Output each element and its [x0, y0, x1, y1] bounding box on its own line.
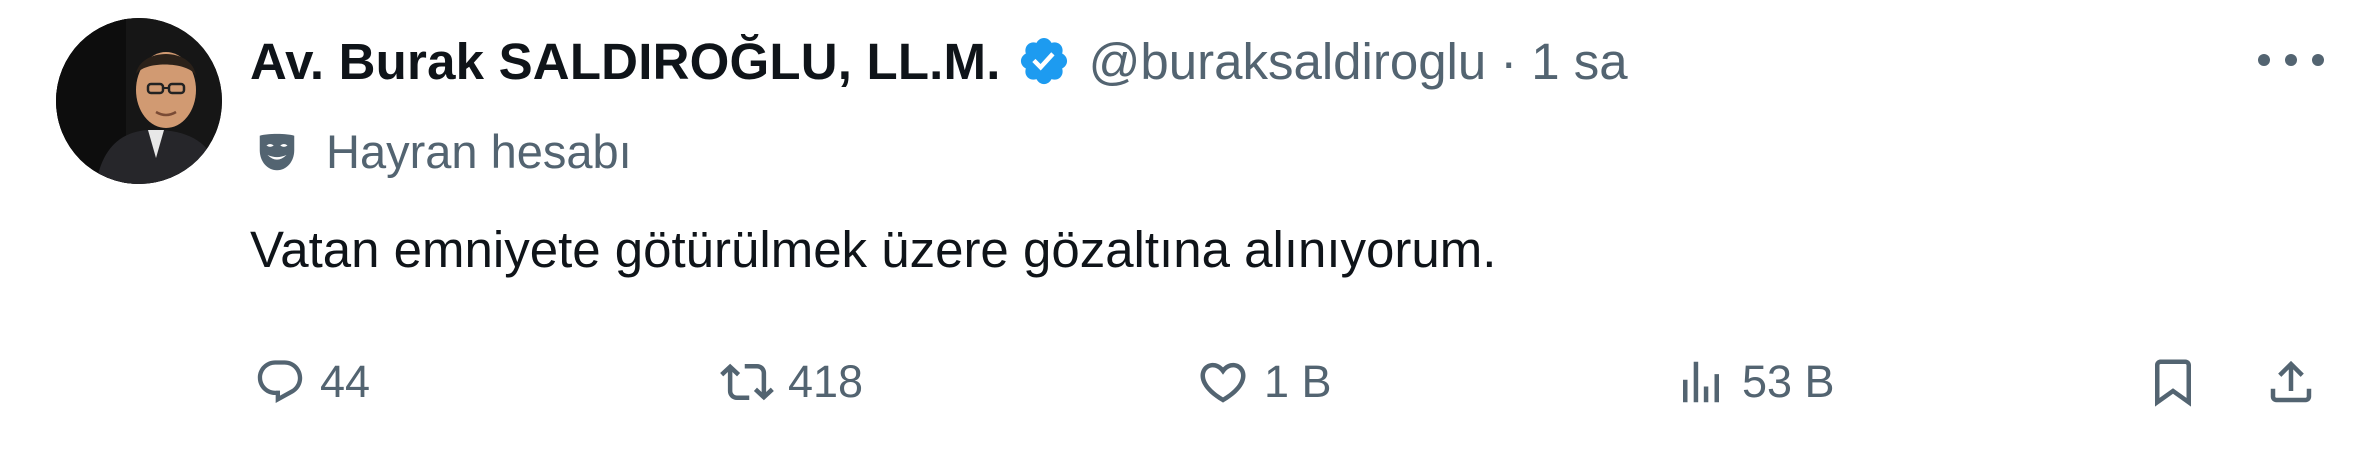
views-button[interactable]: 53 B	[1674, 346, 1835, 418]
retweet-button[interactable]: 418	[720, 346, 863, 418]
more-options-icon[interactable]	[2258, 42, 2324, 78]
fan-account-text: Hayran hesabı	[326, 125, 632, 178]
like-count: 1 B	[1264, 356, 1332, 407]
avatar[interactable]	[56, 18, 222, 184]
heart-icon	[1196, 355, 1250, 409]
tweet-text: Vatan emniyete götürülmek üzere gözaltın…	[250, 221, 1497, 278]
tweet-card[interactable]: Av. Burak SALDIROĞLU, LL.M. @buraksaldir…	[0, 0, 2375, 450]
display-name[interactable]: Av. Burak SALDIROĞLU, LL.M.	[250, 32, 1001, 91]
user-handle[interactable]: @buraksaldiroglu	[1089, 32, 1487, 91]
timestamp[interactable]: 1 sa	[1531, 32, 1627, 91]
share-button[interactable]	[2264, 346, 2318, 418]
reply-icon	[254, 356, 306, 408]
tweet-header: Av. Burak SALDIROĞLU, LL.M. @buraksaldir…	[250, 26, 1628, 96]
action-bar: 44 418 1 B 53 B	[250, 346, 2340, 418]
verified-badge-icon[interactable]	[1017, 34, 1071, 88]
views-count: 53 B	[1742, 356, 1835, 407]
avatar-image	[56, 18, 222, 184]
retweet-icon	[720, 355, 774, 409]
reply-button[interactable]: 44	[254, 346, 370, 418]
bookmark-button[interactable]	[2146, 346, 2200, 418]
separator-dot: ·	[1500, 32, 1518, 90]
like-button[interactable]: 1 B	[1196, 346, 1332, 418]
analytics-icon	[1674, 355, 1728, 409]
retweet-count: 418	[788, 356, 864, 407]
theater-masks-icon	[254, 129, 300, 175]
bookmark-icon	[2146, 355, 2200, 409]
fan-account-label: Hayran hesabı	[254, 124, 632, 179]
reply-count: 44	[320, 356, 371, 407]
share-icon	[2264, 355, 2318, 409]
